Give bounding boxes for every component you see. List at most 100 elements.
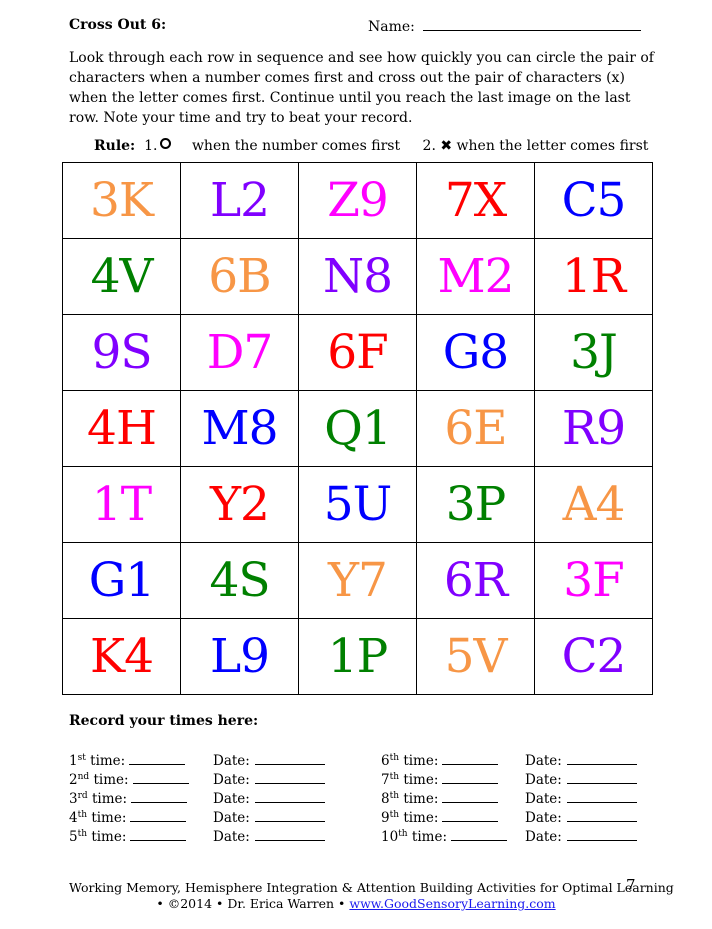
grid-cell[interactable]: Z9 [298, 162, 417, 239]
date-field: Date: [525, 752, 637, 771]
time-label: 3rd time: [69, 790, 127, 809]
grid-cell[interactable]: 7X [416, 162, 535, 239]
date-blank-line[interactable] [254, 810, 325, 822]
time-blank-line[interactable] [442, 810, 499, 822]
date-label: Date: [213, 810, 250, 826]
date-blank-line[interactable] [254, 791, 325, 803]
date-label: Date: [213, 753, 250, 769]
grid-row: 4V 6B N8 M2 1R [62, 238, 653, 315]
attempt-number: 2 [69, 772, 78, 788]
grid-cell[interactable]: 1P [298, 618, 417, 695]
grid-cell[interactable]: 3J [534, 314, 653, 391]
time-word: time: [411, 829, 447, 845]
grid-cell[interactable]: 4H [62, 390, 181, 467]
time-word: time: [403, 810, 439, 826]
date-blank-line[interactable] [566, 772, 637, 784]
time-word: time: [403, 772, 439, 788]
grid-cell[interactable]: C2 [534, 618, 653, 695]
grid-cell[interactable]: R9 [534, 390, 653, 467]
name-blank-line[interactable] [422, 17, 641, 31]
grid-cell[interactable]: 4S [180, 542, 299, 619]
attempt-number: 9 [381, 810, 390, 826]
grid-row: G1 4S Y7 6R 3F [62, 542, 653, 619]
character-grid: 3K L2 Z9 7X C5 4V 6B N8 M2 1R 9S D7 6F G8 3J 4H M8 Q1 6E R9… [62, 162, 653, 695]
time-blank-line[interactable] [131, 791, 188, 803]
grid-row: 4H M8 Q1 6E R9 [62, 390, 653, 467]
grid-cell[interactable]: N8 [298, 238, 417, 315]
attempt-number: 7 [381, 772, 390, 788]
website-link[interactable]: www.GoodSensoryLearning.com [349, 896, 555, 911]
grid-cell[interactable]: 4V [62, 238, 181, 315]
date-blank-line[interactable] [566, 791, 637, 803]
date-label: Date: [213, 829, 250, 845]
grid-cell[interactable]: A4 [534, 466, 653, 543]
date-field: Date: [213, 809, 325, 828]
date-blank-line[interactable] [254, 772, 325, 784]
instructions-text: Look through each row in sequence and se… [69, 50, 654, 126]
time-entry-row: 4th time: Date: [69, 809, 325, 828]
time-blank-line[interactable] [451, 829, 507, 841]
grid-cell[interactable]: Q1 [298, 390, 417, 467]
grid-cell[interactable]: L9 [180, 618, 299, 695]
grid-cell[interactable]: L2 [180, 162, 299, 239]
grid-cell[interactable]: C5 [534, 162, 653, 239]
grid-cell[interactable]: 5V [416, 618, 535, 695]
grid-cell[interactable]: 3F [534, 542, 653, 619]
grid-cell[interactable]: 3P [416, 466, 535, 543]
page-number: 7 [626, 876, 636, 894]
date-field: Date: [213, 771, 325, 790]
date-blank-line[interactable] [254, 829, 325, 841]
grid-cell[interactable]: G8 [416, 314, 535, 391]
worksheet-title: Cross Out 6: [69, 17, 167, 33]
time-blank-line[interactable] [130, 829, 187, 841]
time-label: 2nd time: [69, 771, 129, 790]
times-column-right: 6th time: Date: 7th time: Date: 8th time: Dat… [381, 752, 637, 847]
grid-cell[interactable]: 6R [416, 542, 535, 619]
grid-cell[interactable]: Y7 [298, 542, 417, 619]
grid-cell[interactable]: 3K [62, 162, 181, 239]
time-word: time: [93, 772, 129, 788]
grid-cell[interactable]: M2 [416, 238, 535, 315]
date-blank-line[interactable] [566, 810, 637, 822]
time-blank-line[interactable] [129, 753, 186, 765]
grid-cell[interactable]: D7 [180, 314, 299, 391]
grid-cell[interactable]: K4 [62, 618, 181, 695]
date-field: Date: [525, 828, 637, 847]
time-blank-line[interactable] [132, 772, 189, 784]
rule-line: Rule: 1. when the number comes first 2. … [94, 138, 648, 154]
grid-cell[interactable]: 5U [298, 466, 417, 543]
rule-1-text: when the number comes first [191, 138, 401, 154]
time-blank-line[interactable] [130, 810, 187, 822]
time-entry-row: 5th time: Date: [69, 828, 325, 847]
attempt-number: 4 [69, 810, 78, 826]
grid-row: 9S D7 6F G8 3J [62, 314, 653, 391]
time-blank-line[interactable] [442, 753, 499, 765]
date-blank-line[interactable] [566, 753, 637, 765]
date-blank-line[interactable] [566, 829, 637, 841]
date-blank-line[interactable] [254, 753, 325, 765]
grid-cell[interactable]: 6B [180, 238, 299, 315]
time-blank-line[interactable] [442, 791, 499, 803]
date-label: Date: [525, 791, 562, 807]
grid-row: 3K L2 Z9 7X C5 [62, 162, 653, 239]
footer-book-title: Working Memory, Hemisphere Integration &… [69, 880, 674, 895]
date-label: Date: [525, 753, 562, 769]
grid-cell[interactable]: 1R [534, 238, 653, 315]
date-field: Date: [213, 752, 325, 771]
rule-2-text: when the letter comes first [456, 138, 649, 154]
record-title: Record your times here: [69, 713, 259, 729]
time-word: time: [91, 810, 127, 826]
date-field: Date: [213, 828, 325, 847]
grid-cell[interactable]: 9S [62, 314, 181, 391]
grid-cell[interactable]: G1 [62, 542, 181, 619]
time-word: time: [91, 791, 128, 807]
grid-cell[interactable]: Y2 [180, 466, 299, 543]
date-label: Date: [213, 791, 250, 807]
grid-cell[interactable]: 6F [298, 314, 417, 391]
time-blank-line[interactable] [442, 772, 499, 784]
footer-copyright: • ©2014 • Dr. Erica Warren • [156, 896, 346, 911]
grid-cell[interactable]: 1T [62, 466, 181, 543]
grid-cell[interactable]: M8 [180, 390, 299, 467]
grid-cell[interactable]: 6E [416, 390, 535, 467]
time-label: 10th time: [381, 828, 447, 847]
